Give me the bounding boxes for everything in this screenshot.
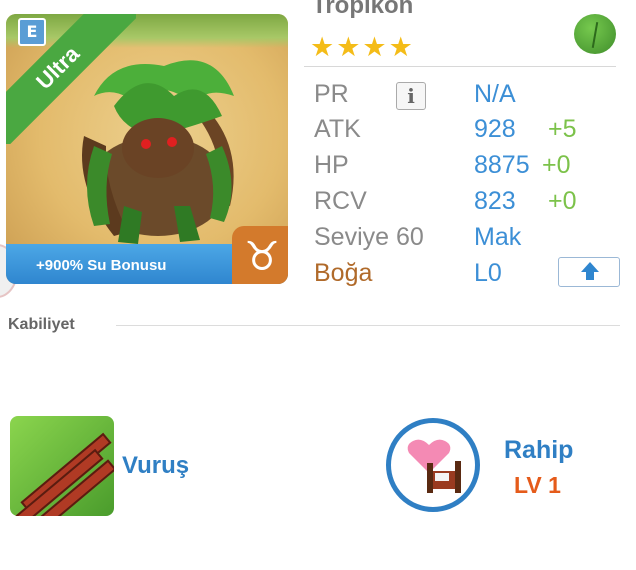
leader-skill-icon[interactable] [386, 418, 480, 512]
leader-skill-level: LV 1 [514, 472, 561, 498]
stat-label-atk: ATK [314, 115, 361, 143]
stat-label-rcv: RCV [314, 187, 367, 215]
skill-name[interactable]: Vuruş [122, 452, 189, 480]
stat-row-level: Seviye 60 Mak [314, 223, 521, 257]
stat-value-zodiac: L0 [474, 259, 502, 287]
section-divider [116, 325, 620, 326]
taurus-icon: ♉ [244, 234, 280, 280]
stat-value-level: Mak [474, 223, 522, 251]
monster-card[interactable]: Ultra E +900% Su Bonusu ♉ [6, 14, 288, 284]
stat-bonus-hp: +0 [542, 151, 571, 179]
stat-label-zodiac: Boğa [314, 259, 373, 287]
stat-value-hp: 8875 [474, 151, 530, 179]
arrow-up-stem [586, 271, 594, 280]
stat-row-pr: PR i N/A [314, 80, 516, 114]
stat-label-pr: PR [314, 80, 349, 108]
stat-row-rcv: RCV 823 +0 [314, 187, 577, 221]
edition-e-icon[interactable]: E [18, 18, 46, 46]
leader-skill-name[interactable]: Rahip [504, 436, 573, 465]
stat-label-level: Seviye 60 [314, 223, 424, 251]
info-icon[interactable]: i [396, 82, 426, 110]
stat-bonus-atk: +5 [548, 115, 577, 143]
stat-row-zodiac: Boğa L0 [314, 257, 620, 293]
bed-icon [427, 461, 461, 493]
upgrade-button[interactable] [558, 257, 620, 287]
stat-value-rcv: 823 [474, 187, 516, 215]
stat-value-atk: 928 [474, 115, 516, 143]
rarity-stars: ★★★★ [310, 32, 415, 63]
stat-value-pr: N/A [474, 80, 516, 108]
element-bonus-text: +900% Su Bonusu [36, 257, 167, 274]
stat-row-hp: HP 8875 +0 [314, 151, 571, 185]
ability-section-title: Kabiliyet [8, 316, 75, 333]
monster-name: Tropikon [312, 0, 414, 19]
stat-row-atk: ATK 928 +5 [314, 115, 577, 149]
header-divider [304, 66, 616, 67]
stat-bonus-rcv: +0 [548, 187, 577, 215]
stat-label-hp: HP [314, 151, 349, 179]
skill-arrows-icon[interactable] [10, 416, 114, 516]
